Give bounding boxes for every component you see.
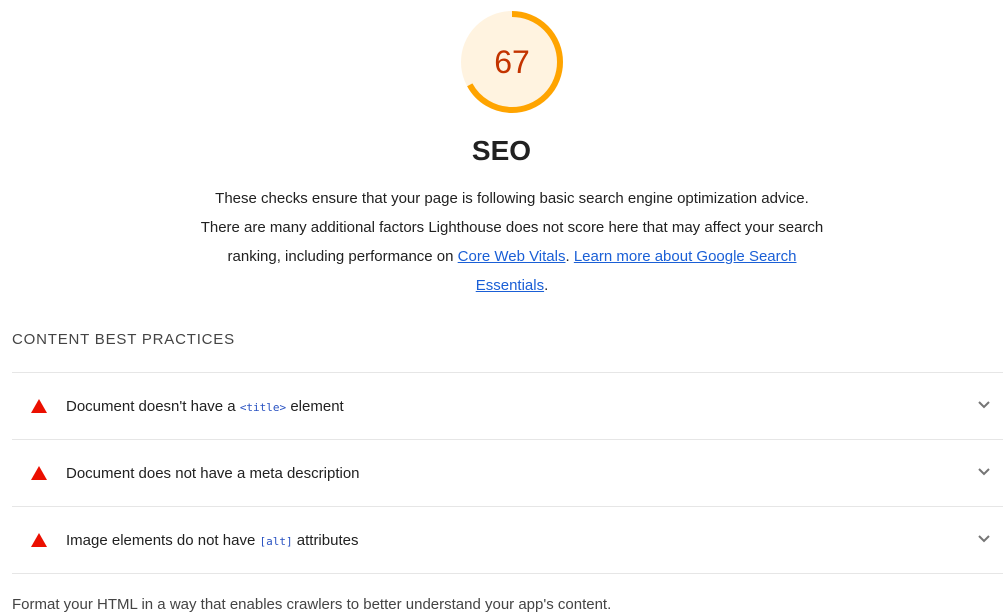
audit-title: Document doesn't have a <title> element bbox=[66, 398, 344, 415]
chevron-down-icon[interactable] bbox=[977, 532, 991, 546]
group-description: Format your HTML in a way that enables c… bbox=[12, 596, 612, 613]
group-title: CONTENT BEST PRACTICES bbox=[12, 331, 235, 348]
audit-item-meta-description[interactable]: Document does not have a meta descriptio… bbox=[12, 440, 1003, 507]
description-separator: . bbox=[565, 248, 570, 265]
audit-title-pre: Image elements do not have bbox=[66, 531, 260, 549]
audit-title: Document does not have a meta descriptio… bbox=[66, 464, 360, 482]
fail-triangle-icon bbox=[31, 399, 47, 413]
audit-title: Image elements do not have [alt] attribu… bbox=[66, 532, 358, 549]
audit-title-code: [alt] bbox=[259, 534, 293, 548]
category-description: These checks ensure that your page is fo… bbox=[200, 184, 824, 300]
audit-list: Document doesn't have a <title> element … bbox=[12, 372, 1003, 574]
fail-triangle-icon bbox=[31, 533, 47, 547]
audit-item-document-title[interactable]: Document doesn't have a <title> element bbox=[12, 373, 1003, 440]
core-web-vitals-link[interactable]: Core Web Vitals bbox=[458, 248, 566, 265]
audit-item-image-alt[interactable]: Image elements do not have [alt] attribu… bbox=[12, 507, 1003, 574]
fail-triangle-icon bbox=[31, 466, 47, 480]
score-value: 67 bbox=[494, 44, 530, 80]
category-title: SEO bbox=[471, 135, 532, 166]
chevron-down-icon[interactable] bbox=[977, 398, 991, 412]
description-end: . bbox=[544, 277, 549, 294]
chevron-down-icon[interactable] bbox=[977, 465, 991, 479]
audit-title-post: attributes bbox=[292, 531, 359, 549]
audit-title-pre: Document doesn't have a bbox=[66, 397, 240, 415]
audit-title-code: <title> bbox=[239, 400, 287, 414]
audit-title-post: element bbox=[286, 397, 344, 415]
